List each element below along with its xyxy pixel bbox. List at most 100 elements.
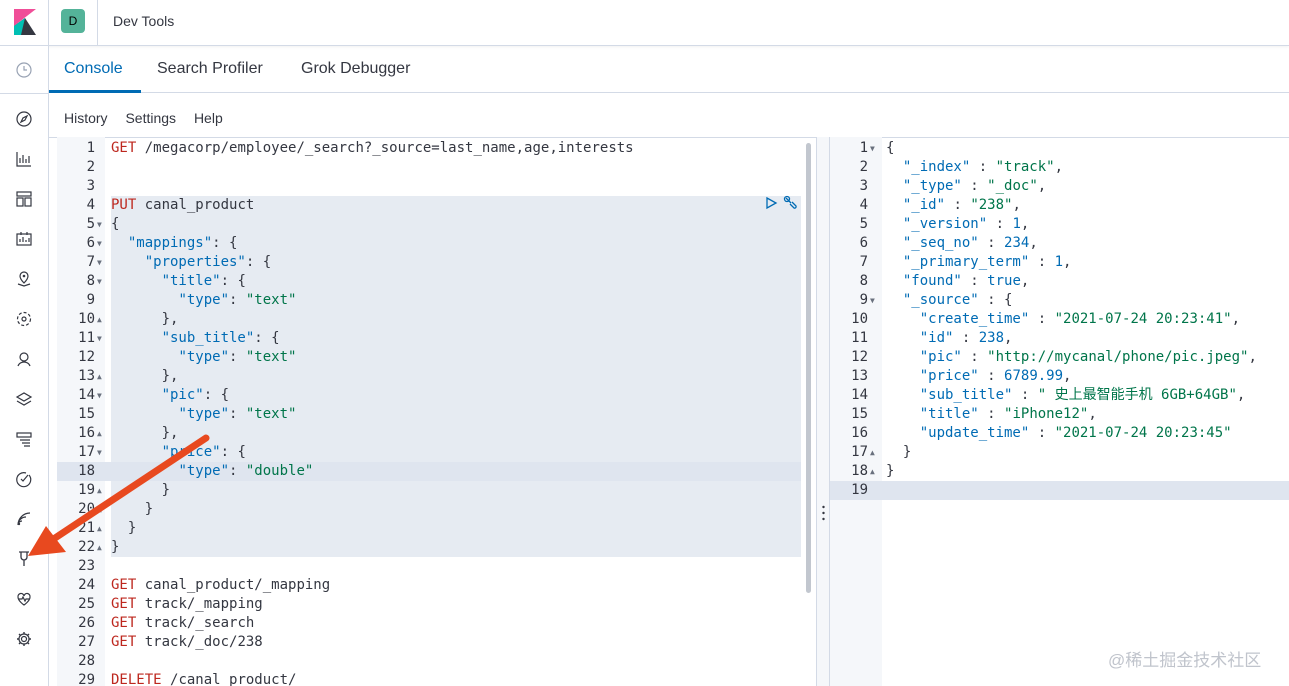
code-line: "_primary_term" : 1, — [902, 254, 1072, 270]
dashboard-icon[interactable] — [14, 189, 34, 209]
graph-icon[interactable] — [14, 349, 34, 369]
line-number-text: 6 — [859, 235, 868, 251]
infrastructure-icon[interactable] — [14, 389, 34, 409]
fold-end-icon: ▲ — [97, 429, 102, 438]
tab-search-profiler[interactable]: Search Profiler — [157, 60, 263, 78]
line-number-text: 12 — [78, 349, 95, 365]
dev-tools-icon[interactable] — [14, 549, 34, 569]
line-number-text: 12 — [851, 349, 868, 365]
line-number-text: 18 — [851, 463, 868, 479]
line-number: 16 — [830, 424, 880, 443]
line-number: 22 ▲ — [57, 538, 107, 557]
code-line: "_seq_no" : 234, — [902, 235, 1038, 251]
line-number: 8 ▼ — [57, 272, 107, 291]
line-number: 23 — [57, 557, 107, 576]
line-number: 9 ▼ — [830, 291, 880, 310]
code-line: "properties": { — [144, 254, 272, 270]
line-number-text: 1 — [859, 140, 868, 156]
line-number-text: 27 — [78, 634, 95, 650]
line-number: 26 — [57, 614, 107, 633]
header-divider — [97, 0, 98, 46]
line-number-text: 29 — [78, 672, 95, 686]
ml-icon[interactable] — [14, 309, 34, 329]
code-line: PUT canal_product — [111, 197, 255, 213]
visualize-icon[interactable] — [14, 149, 34, 169]
fold-end-icon: ▲ — [97, 505, 102, 514]
line-number: 2 — [57, 158, 107, 177]
line-number: 1 ▼ — [830, 139, 880, 158]
settings-link[interactable]: Settings — [125, 110, 176, 126]
line-number-text: 9 — [859, 292, 868, 308]
code-line: "title": { — [161, 273, 246, 289]
fold-toggle-icon[interactable]: ▼ — [97, 215, 102, 234]
resizer-handle-icon[interactable] — [822, 505, 825, 521]
line-number: 29 — [57, 671, 107, 686]
line-number-text: 5 — [859, 216, 868, 232]
canvas-icon[interactable] — [14, 229, 34, 249]
compass-icon[interactable] — [14, 109, 34, 129]
kibana-logo-icon[interactable] — [14, 9, 36, 35]
line-number-text: 15 — [78, 406, 95, 422]
line-number-text: 14 — [851, 387, 868, 403]
request-editor-scrollbar[interactable] — [806, 143, 811, 593]
line-number: 12 — [57, 348, 107, 367]
fold-toggle-icon[interactable]: ▼ — [97, 329, 102, 348]
request-editor[interactable]: 1 GET /megacorp/employee/_search?_source=… — [49, 137, 816, 686]
line-number-text: 15 — [851, 406, 868, 422]
history-link[interactable]: History — [64, 110, 108, 126]
code-line: "title" : "iPhone12", — [919, 406, 1097, 422]
line-number-text: 14 — [78, 387, 95, 403]
line-number-text: 7 — [86, 254, 95, 270]
editor-resizer[interactable] — [816, 137, 830, 686]
clock-icon[interactable] — [14, 60, 34, 80]
fold-toggle-icon[interactable]: ▼ — [97, 386, 102, 405]
code-line: "create_time" : "2021-07-24 20:23:41", — [919, 311, 1241, 327]
line-number-text: 11 — [78, 330, 95, 346]
code-line: } — [886, 463, 895, 479]
code-line: "mappings": { — [127, 235, 238, 251]
fold-toggle-icon[interactable]: ▼ — [97, 253, 102, 272]
help-link[interactable]: Help — [194, 110, 223, 126]
code-line: } — [111, 539, 120, 555]
code-line: } — [111, 501, 154, 517]
tab-grok-debugger[interactable]: Grok Debugger — [301, 60, 410, 78]
fold-toggle-icon[interactable]: ▼ — [870, 139, 875, 158]
fold-end-icon: ▲ — [97, 524, 102, 533]
line-number: 19 — [830, 481, 880, 500]
code-line: "sub_title": { — [161, 330, 280, 346]
management-gear-icon[interactable] — [14, 629, 34, 649]
line-number: 14 ▼ — [57, 386, 107, 405]
line-number: 14 — [830, 386, 880, 405]
line-number-text: 13 — [851, 368, 868, 384]
line-number-text: 4 — [859, 197, 868, 213]
code-line: "id" : 238, — [919, 330, 1013, 346]
logs-icon[interactable] — [14, 429, 34, 449]
line-number: 4 — [57, 196, 107, 215]
line-number-text: 11 — [851, 330, 868, 346]
fold-toggle-icon[interactable]: ▼ — [97, 443, 102, 462]
apm-icon[interactable] — [14, 469, 34, 489]
line-number: 25 — [57, 595, 107, 614]
monitoring-icon[interactable] — [14, 589, 34, 609]
uptime-icon[interactable] — [14, 509, 34, 529]
line-number: 10 ▲ — [57, 310, 107, 329]
line-number-text: 10 — [851, 311, 868, 327]
response-editor[interactable]: 1 ▼{2 "_index" : "track", 3 "_type" : "_do… — [830, 137, 1289, 686]
fold-toggle-icon[interactable]: ▼ — [97, 272, 102, 291]
code-line: "_index" : "track", — [902, 159, 1064, 175]
code-line: }, — [111, 368, 179, 384]
tab-console[interactable]: Console — [64, 60, 123, 78]
line-number-text: 10 — [78, 311, 95, 327]
line-number-text: 16 — [78, 425, 95, 441]
wrench-icon[interactable] — [783, 195, 799, 211]
line-number-text: 2 — [859, 159, 868, 175]
fold-toggle-icon[interactable]: ▼ — [97, 234, 102, 253]
play-icon[interactable] — [764, 196, 778, 210]
line-number-text: 19 — [851, 482, 868, 498]
sidebar-divider — [0, 93, 49, 94]
fold-toggle-icon[interactable]: ▼ — [870, 291, 875, 310]
space-avatar[interactable]: D — [61, 9, 85, 33]
code-line: "update_time" : "2021-07-24 20:23:45" — [919, 425, 1232, 441]
maps-icon[interactable] — [14, 269, 34, 289]
line-number: 13 ▲ — [57, 367, 107, 386]
